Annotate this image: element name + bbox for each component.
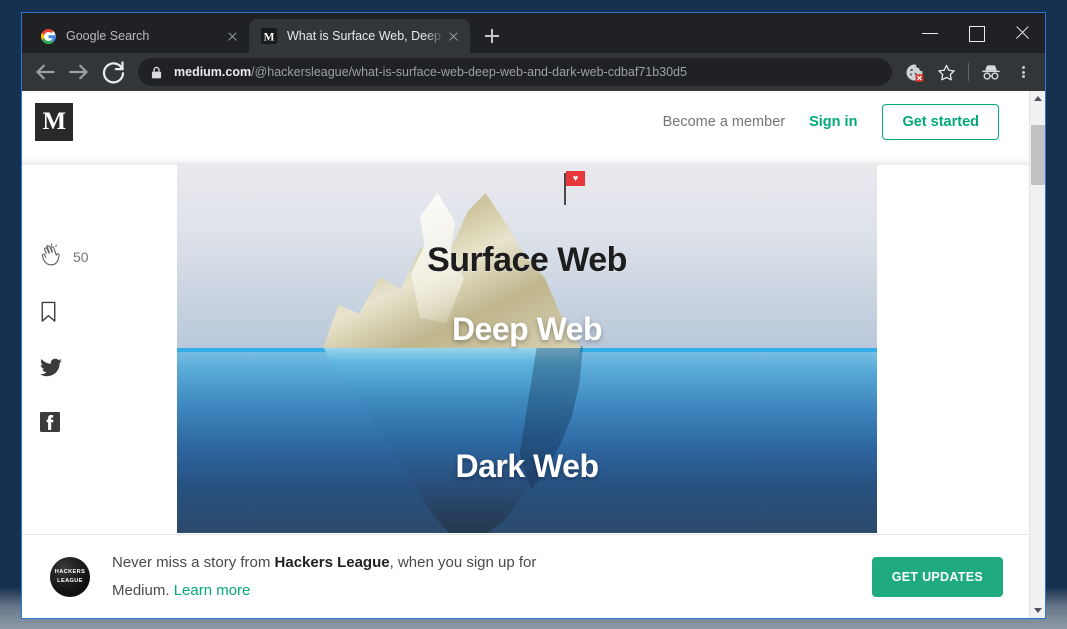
scrollbar-thumb[interactable] (1031, 125, 1045, 185)
address-bar[interactable]: medium.com/@hackersleague/what-is-surfac… (138, 58, 892, 86)
close-icon[interactable] (444, 27, 462, 45)
dot (1021, 65, 1025, 69)
newsletter-banner: HACKERS LEAGUE Never miss a story from H… (22, 534, 1029, 618)
clap-icon[interactable] (40, 243, 63, 271)
tab-title: Google Search (66, 29, 150, 43)
forward-button[interactable] (64, 57, 94, 87)
scroll-down-arrow-icon[interactable] (1030, 602, 1045, 618)
reload-button[interactable] (98, 57, 128, 87)
learn-more-link[interactable]: Learn more (174, 582, 251, 599)
page-scrollbar[interactable] (1029, 91, 1045, 618)
browser-toolbar: medium.com/@hackersleague/what-is-surfac… (22, 53, 1045, 91)
get-started-button[interactable]: Get started (882, 104, 999, 140)
avatar-line-2: LEAGUE (57, 577, 83, 584)
facebook-icon[interactable] (40, 412, 60, 437)
article-action-rail: 50 (40, 243, 100, 467)
dot (1021, 75, 1025, 79)
scroll-up-arrow-icon[interactable] (1030, 91, 1045, 107)
label-surface-web: Surface Web (427, 241, 627, 279)
medium-icon: M (261, 28, 277, 44)
star-icon[interactable] (931, 57, 961, 87)
url-text: medium.com/@hackersleague/what-is-surfac… (174, 65, 687, 79)
iceberg-hero-image: ♥ Surface Web Deep Web Dark Web (177, 163, 877, 533)
publication-avatar: HACKERS LEAGUE (50, 556, 90, 597)
article-body: 50 ♥ Surface Web Deep Web Dark Web HACKE… (22, 153, 1029, 618)
bookmark-icon[interactable] (40, 301, 57, 328)
close-window-button[interactable] (999, 13, 1045, 53)
facebook-share-action[interactable] (40, 412, 100, 437)
medium-site-header: M Become a member Sign in Get started (22, 91, 1029, 153)
label-dark-web: Dark Web (455, 448, 599, 484)
incognito-icon[interactable] (976, 57, 1006, 87)
become-a-member-link[interactable]: Become a member (663, 114, 786, 130)
banner-text-before: Never miss a story from (112, 553, 275, 571)
svg-text:M: M (264, 31, 275, 43)
banner-publication-name: Hackers League (274, 553, 390, 571)
maximize-button[interactable] (953, 13, 999, 53)
sign-in-link[interactable]: Sign in (809, 114, 857, 130)
google-icon (40, 28, 56, 44)
tab-title: What is Surface Web, Deep Web (287, 29, 444, 43)
back-button[interactable] (30, 57, 60, 87)
clap-count: 50 (73, 249, 89, 265)
three-dot-menu-icon[interactable] (1008, 57, 1038, 87)
lock-icon (148, 66, 164, 79)
flag-icon: ♥ (566, 171, 585, 186)
clap-action[interactable]: 50 (40, 243, 100, 271)
browser-window: Google Search M What is Surface Web, Dee… (21, 12, 1046, 619)
get-updates-button[interactable]: GET UPDATES (871, 556, 1003, 597)
window-controls (907, 13, 1045, 53)
page-viewport: M Become a member Sign in Get started 50… (22, 91, 1045, 618)
tab-google-search[interactable]: Google Search (28, 19, 249, 53)
url-path: /@hackersleague/what-is-surface-web-deep… (251, 65, 687, 79)
cookie-blocked-icon[interactable] (899, 57, 929, 87)
twitter-icon[interactable] (40, 358, 62, 382)
banner-message: Never miss a story from Hackers League, … (112, 549, 582, 605)
dot (1021, 70, 1025, 74)
web-page: M Become a member Sign in Get started 50… (22, 91, 1029, 618)
close-icon[interactable] (223, 27, 241, 45)
toolbar-divider (968, 63, 969, 81)
twitter-share-action[interactable] (40, 358, 100, 382)
site-nav: Become a member Sign in Get started (663, 104, 999, 140)
label-deep-web: Deep Web (451, 311, 603, 347)
medium-logo[interactable]: M (35, 103, 73, 141)
url-domain: medium.com (174, 65, 252, 79)
avatar-line-1: HACKERS (54, 569, 86, 576)
tab-strip: Google Search M What is Surface Web, Dee… (22, 13, 1045, 53)
tab-medium-article[interactable]: M What is Surface Web, Deep Web (249, 19, 470, 53)
bookmark-action[interactable] (40, 301, 100, 328)
minimize-button[interactable] (907, 13, 953, 53)
new-tab-button[interactable] (478, 22, 506, 50)
